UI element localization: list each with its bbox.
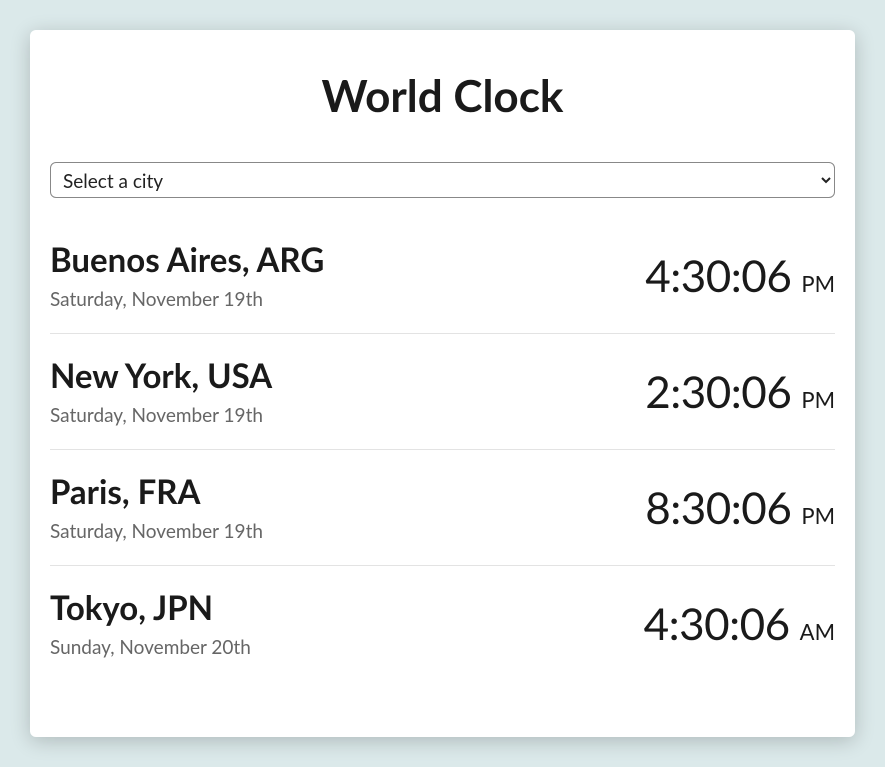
city-block: Paris, FRA Saturday, November 19th: [50, 472, 263, 543]
clock-row: New York, USA Saturday, November 19th 2:…: [50, 334, 835, 450]
city-name: Buenos Aires, ARG: [50, 240, 324, 280]
city-block: Tokyo, JPN Sunday, November 20th: [50, 588, 251, 659]
city-block: Buenos Aires, ARG Saturday, November 19t…: [50, 240, 324, 311]
time-value: 2:30:06: [645, 366, 791, 418]
city-date: Sunday, November 20th: [50, 636, 251, 659]
time-block: 8:30:06 PM: [645, 482, 835, 534]
city-block: New York, USA Saturday, November 19th: [50, 356, 272, 427]
time-ampm: AM: [800, 618, 835, 645]
clock-row: Buenos Aires, ARG Saturday, November 19t…: [50, 218, 835, 334]
city-select-wrap: Select a city: [30, 162, 855, 198]
time-value: 4:30:06: [645, 250, 791, 302]
city-name: Tokyo, JPN: [50, 588, 251, 628]
time-ampm: PM: [801, 502, 835, 529]
clock-list: Buenos Aires, ARG Saturday, November 19t…: [30, 218, 855, 681]
world-clock-card: World Clock Select a city Buenos Aires, …: [30, 30, 855, 737]
page-title: World Clock: [30, 70, 855, 122]
time-value: 8:30:06: [645, 482, 791, 534]
time-value: 4:30:06: [644, 598, 790, 650]
time-block: 4:30:06 AM: [644, 598, 835, 650]
clock-row: Paris, FRA Saturday, November 19th 8:30:…: [50, 450, 835, 566]
clock-row: Tokyo, JPN Sunday, November 20th 4:30:06…: [50, 566, 835, 681]
city-date: Saturday, November 19th: [50, 520, 263, 543]
city-select[interactable]: Select a city: [50, 162, 835, 198]
city-date: Saturday, November 19th: [50, 288, 324, 311]
city-name: New York, USA: [50, 356, 272, 396]
city-name: Paris, FRA: [50, 472, 263, 512]
city-date: Saturday, November 19th: [50, 404, 272, 427]
time-ampm: PM: [801, 270, 835, 297]
time-block: 2:30:06 PM: [645, 366, 835, 418]
time-ampm: PM: [801, 386, 835, 413]
time-block: 4:30:06 PM: [645, 250, 835, 302]
